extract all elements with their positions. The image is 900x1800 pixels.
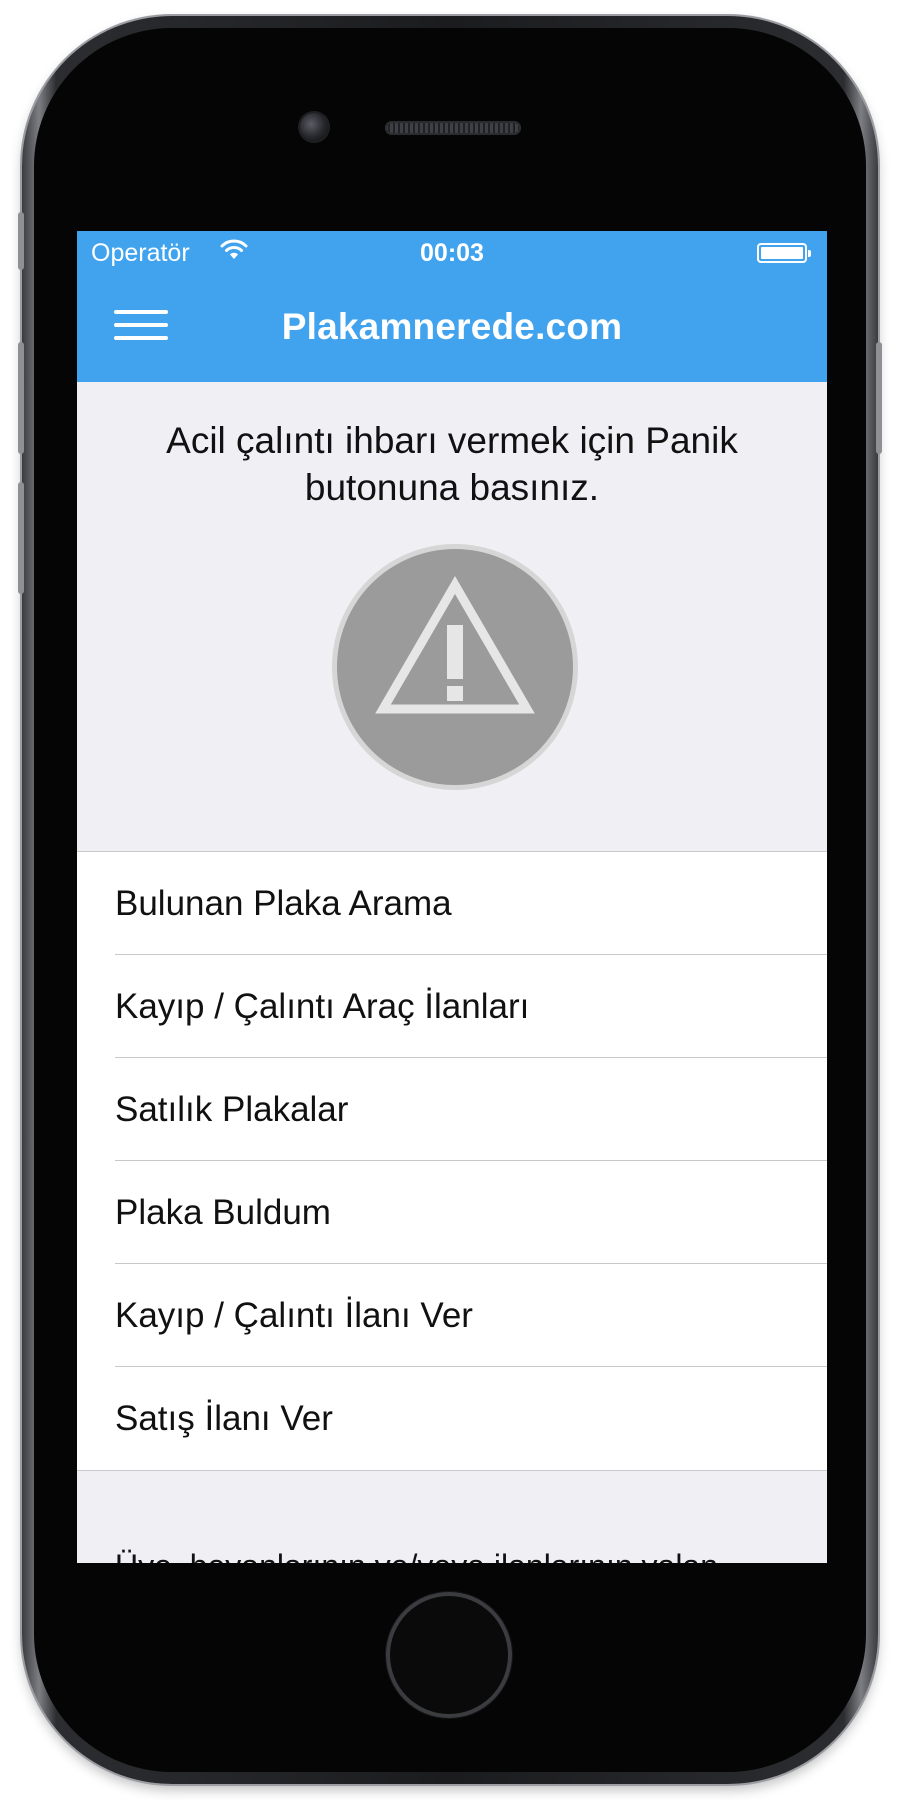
- menu-item-plates-for-sale[interactable]: Satılık Plakalar: [77, 1058, 827, 1161]
- menu-item-lost-stolen-vehicle-listings[interactable]: Kayıp / Çalıntı Araç İlanları: [77, 955, 827, 1058]
- menu-item-i-found-a-plate[interactable]: Plaka Buldum: [77, 1161, 827, 1264]
- volume-down-button: [18, 482, 24, 594]
- front-camera: [300, 113, 328, 141]
- battery-icon: [757, 243, 811, 263]
- warning-triangle-icon: [375, 576, 535, 714]
- page-title: Plakamnerede.com: [281, 306, 623, 347]
- mute-switch: [18, 212, 24, 270]
- app-screen: Operatör 00:03 Plakamnerede.com Acil çal…: [77, 231, 827, 1563]
- status-bar: Operatör 00:03: [77, 231, 827, 271]
- main-menu-list: Bulunan Plaka Arama Kayıp / Çalıntı Araç…: [77, 851, 827, 1471]
- panic-button[interactable]: [337, 549, 573, 785]
- status-time: 00:03: [420, 239, 484, 267]
- volume-up-button: [18, 342, 24, 454]
- navigation-bar: Plakamnerede.com: [77, 271, 827, 382]
- menu-item-post-sale-listing[interactable]: Satış İlanı Ver: [77, 1367, 827, 1470]
- hamburger-menu-icon[interactable]: [114, 310, 168, 340]
- menu-item-found-plate-search[interactable]: Bulunan Plaka Arama: [77, 852, 827, 955]
- menu-item-post-lost-stolen-listing[interactable]: Kayıp / Çalıntı İlanı Ver: [77, 1264, 827, 1367]
- home-button[interactable]: [386, 1592, 512, 1718]
- disclaimer-text: Üye, beyanlarının ve/veya ilanlarının ya…: [115, 1546, 795, 1563]
- power-button: [876, 342, 882, 454]
- panic-instruction: Acil çalıntı ihbarı vermek için Panik bu…: [166, 420, 738, 508]
- earpiece-speaker: [385, 121, 521, 135]
